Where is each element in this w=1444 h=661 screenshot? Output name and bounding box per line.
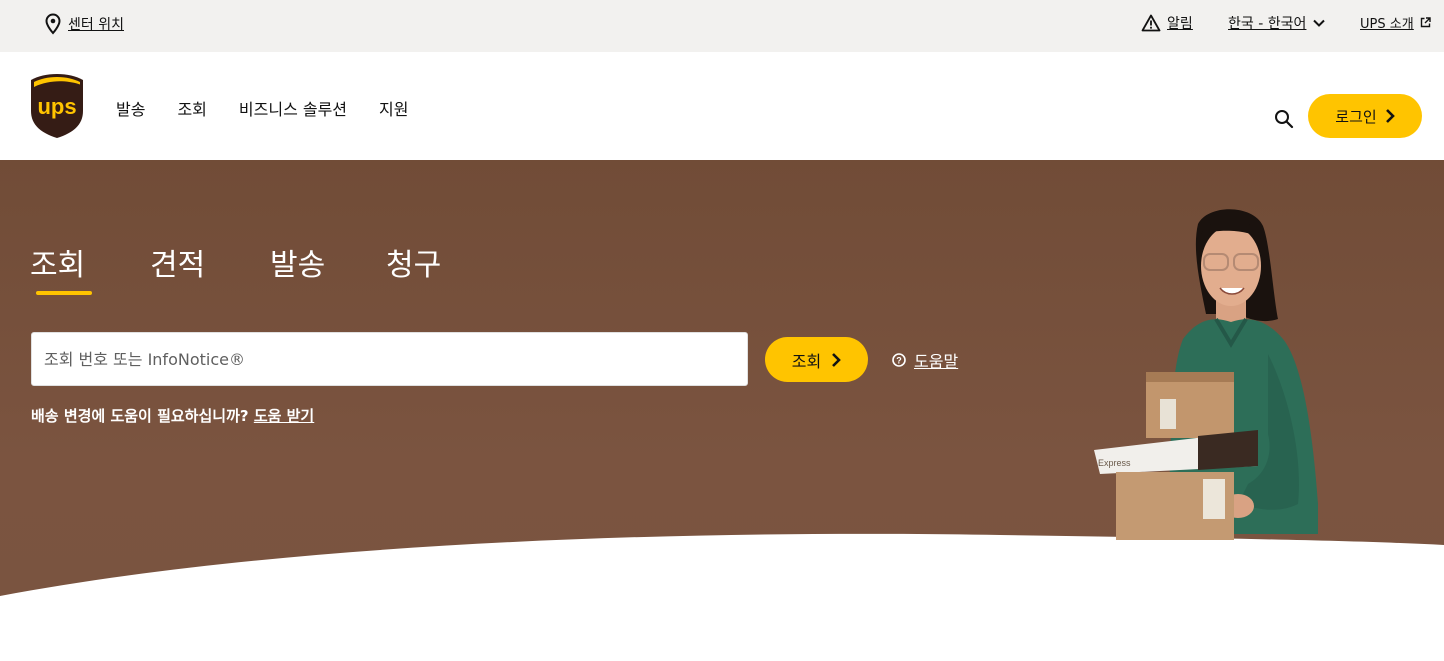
active-tab-indicator bbox=[36, 291, 92, 295]
hero-tabs: 조회 견적 발송 청구 bbox=[30, 240, 441, 284]
warning-icon bbox=[1141, 14, 1161, 32]
express-box-label: Express bbox=[1098, 458, 1131, 468]
tab-billing[interactable]: 청구 bbox=[386, 240, 441, 284]
alerts-link[interactable]: 알림 bbox=[1141, 13, 1193, 33]
track-button[interactable]: 조회 bbox=[765, 337, 868, 382]
delivery-help-text: 배송 변경에 도움이 필요하십니까? bbox=[31, 407, 249, 425]
alerts-label: 알림 bbox=[1167, 16, 1193, 32]
nav-item-ship[interactable]: 발송 bbox=[116, 96, 145, 120]
ups-logo[interactable]: ups bbox=[29, 73, 85, 139]
nav-item-business-solutions[interactable]: 비즈니스 솔루션 bbox=[239, 96, 347, 120]
main-nav: 발송 조회 비즈니스 솔루션 지원 bbox=[116, 96, 409, 120]
center-location-link[interactable]: 센터 위치 bbox=[44, 13, 124, 35]
chevron-right-icon bbox=[1385, 109, 1395, 123]
chevron-right-icon bbox=[832, 352, 842, 367]
ups-logo-text: ups bbox=[37, 94, 76, 119]
get-help-link[interactable]: 도움 받기 bbox=[254, 407, 314, 425]
about-ups-label: UPS 소개 bbox=[1360, 17, 1414, 32]
login-label: 로그인 bbox=[1335, 107, 1377, 126]
main-header: ups 발송 조회 비즈니스 솔루션 지원 로그인 bbox=[0, 52, 1444, 160]
delivery-change-help: 배송 변경에 도움이 필요하십니까? 도움 받기 bbox=[31, 405, 314, 426]
nav-item-support[interactable]: 지원 bbox=[379, 96, 408, 120]
login-button[interactable]: 로그인 bbox=[1308, 94, 1422, 138]
question-circle-icon: ? bbox=[892, 353, 906, 367]
search-icon[interactable] bbox=[1273, 108, 1295, 130]
external-link-icon bbox=[1420, 17, 1431, 28]
help-link[interactable]: ? 도움말 bbox=[892, 348, 958, 372]
svg-text:?: ? bbox=[896, 356, 902, 366]
tracking-number-input[interactable] bbox=[31, 332, 748, 386]
language-label: 한국 - 한국어 bbox=[1228, 16, 1307, 32]
hero-section: Express 조회 견적 발송 청구 조회 ? 도움말 배송 변경에 도움이 … bbox=[0, 160, 1444, 661]
center-location-label: 센터 위치 bbox=[68, 17, 124, 33]
location-pin-icon bbox=[45, 13, 61, 35]
person-holding-packages-image: Express bbox=[1094, 209, 1318, 540]
language-selector[interactable]: 한국 - 한국어 bbox=[1228, 13, 1326, 33]
tab-quote[interactable]: 견적 bbox=[150, 240, 270, 284]
tab-track[interactable]: 조회 bbox=[30, 240, 150, 284]
tab-ship[interactable]: 발송 bbox=[270, 240, 386, 284]
nav-item-track[interactable]: 조회 bbox=[177, 96, 206, 120]
chevron-down-icon bbox=[1313, 19, 1326, 27]
help-label: 도움말 bbox=[914, 352, 959, 371]
track-button-label: 조회 bbox=[791, 351, 822, 371]
utility-bar: 센터 위치 알림 한국 - 한국어 UPS 소개 bbox=[0, 0, 1444, 52]
about-ups-link[interactable]: UPS 소개 bbox=[1360, 13, 1431, 32]
